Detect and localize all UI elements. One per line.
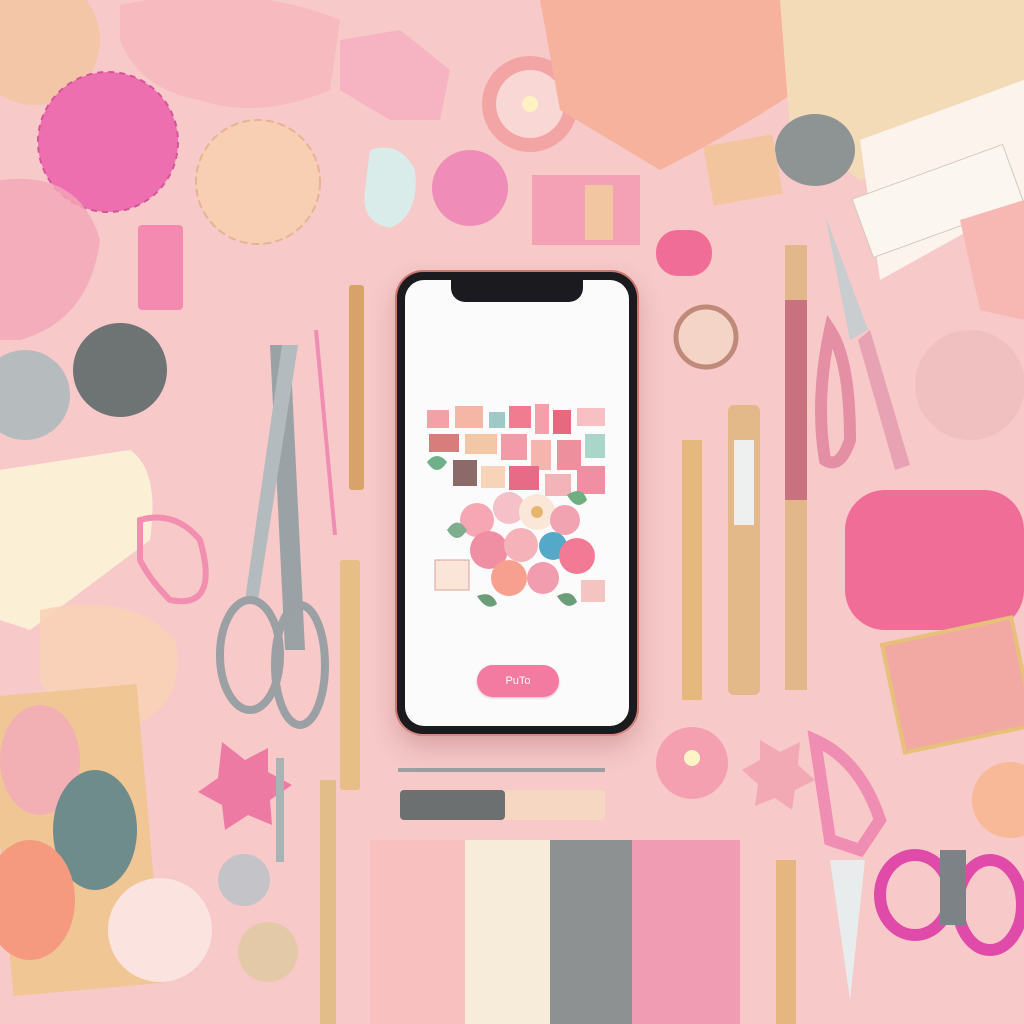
- yarn-ball-icon: [218, 854, 270, 906]
- craft-collage-illustration: [427, 404, 605, 607]
- flower-icon: [491, 560, 527, 596]
- phone-device: PuTo: [397, 272, 637, 734]
- flower-icon: [550, 505, 580, 535]
- phone-notch: [451, 280, 583, 302]
- pencil-icon: [320, 780, 336, 1024]
- pencil-icon: [340, 560, 360, 790]
- pencil-icon: [776, 860, 796, 1024]
- flower-icon: [527, 562, 559, 594]
- pencil-icon: [349, 285, 364, 490]
- pencil-icon: [682, 440, 702, 700]
- flower-icon: [559, 538, 595, 574]
- flower-icon: [504, 528, 538, 562]
- yarn-ball-icon: [432, 150, 508, 226]
- primary-action-button[interactable]: PuTo: [477, 665, 559, 697]
- phone-screen: PuTo: [405, 280, 629, 726]
- yarn-ball-icon: [73, 323, 167, 417]
